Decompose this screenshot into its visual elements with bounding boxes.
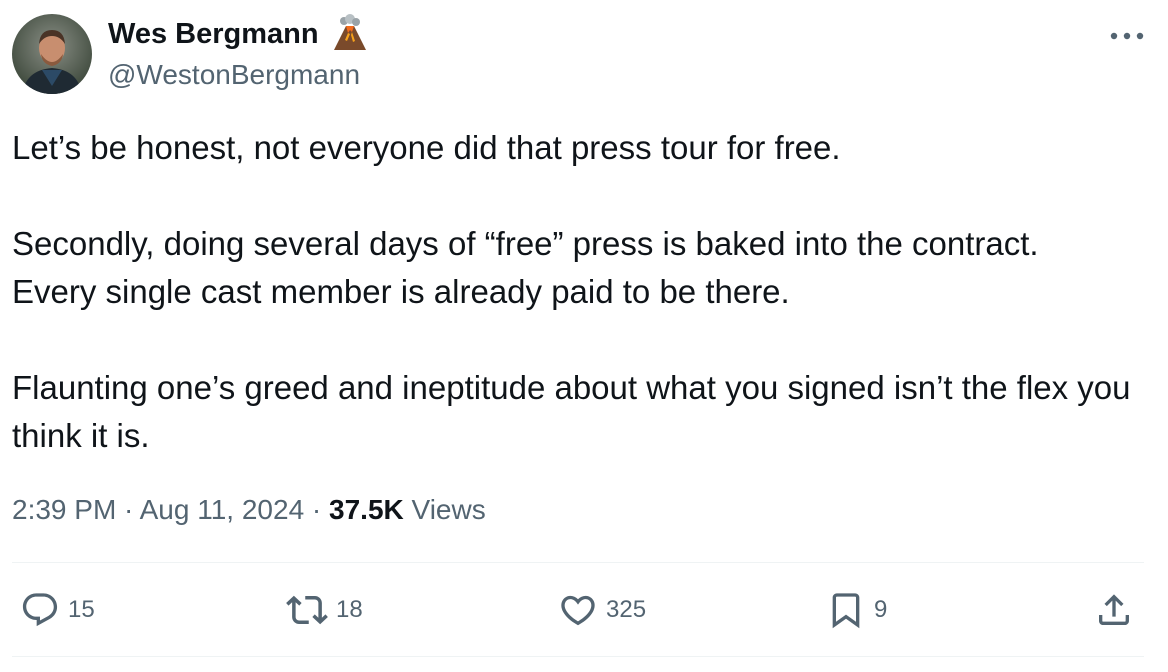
tweet-text: Let’s be honest, not everyone did that p… (12, 124, 1152, 460)
divider (12, 562, 1144, 563)
avatar-photo (12, 14, 92, 94)
heart-icon (561, 595, 595, 626)
separator: · (116, 494, 140, 525)
tweet-paragraph: Let’s be honest, not everyone did that p… (12, 129, 841, 166)
share-button[interactable] (1094, 588, 1134, 632)
more-options-button[interactable] (1106, 22, 1148, 50)
separator: · (304, 494, 330, 525)
tweet-meta: 2:39 PM · Aug 11, 2024 · 37.5K Views (12, 490, 486, 530)
bookmark-count: 9 (874, 596, 888, 623)
divider (12, 656, 1144, 657)
reply-button[interactable]: 15 (20, 588, 95, 632)
tweet-time[interactable]: 2:39 PM (12, 494, 116, 525)
ellipsis-icon (1110, 32, 1144, 40)
author-name[interactable]: Wes Bergmann (108, 16, 319, 52)
repost-button[interactable]: 18 (286, 588, 363, 632)
tweet-paragraph: Flaunting one’s greed and ineptitude abo… (12, 369, 1131, 454)
avatar[interactable] (12, 14, 92, 94)
reply-icon (22, 593, 58, 627)
views-label: Views (403, 494, 486, 525)
tweet-date[interactable]: Aug 11, 2024 (140, 494, 305, 525)
bookmark-icon (832, 593, 860, 629)
tweet-paragraph: Secondly, doing several days of “free” p… (12, 225, 1039, 310)
bookmark-button[interactable]: 9 (826, 588, 887, 632)
author-handle[interactable]: @WestonBergmann (108, 58, 360, 92)
like-button[interactable]: 325 (558, 588, 646, 632)
share-icon (1099, 594, 1129, 625)
views-count[interactable]: 37.5K (329, 494, 404, 525)
volcano-emoji-icon (330, 14, 370, 54)
like-count: 325 (606, 596, 647, 623)
repost-icon (286, 595, 328, 625)
repost-count: 18 (336, 596, 363, 623)
reply-count: 15 (68, 596, 95, 623)
